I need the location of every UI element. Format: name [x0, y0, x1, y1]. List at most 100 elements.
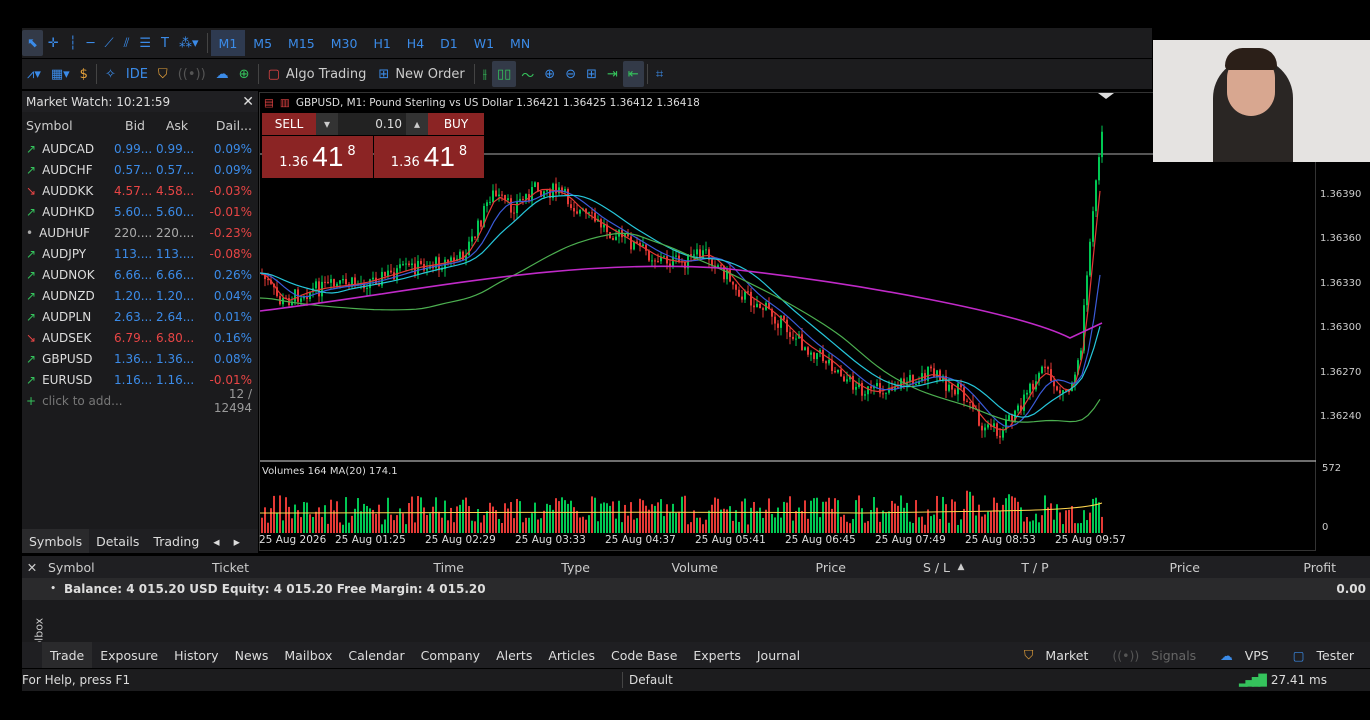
chart-shift-icon[interactable]: ⇤ — [622, 61, 644, 87]
tab-prev-icon[interactable]: ◂ — [206, 529, 226, 553]
close-icon[interactable]: ✕ — [242, 94, 254, 110]
zoom-out-icon[interactable]: ⊖ — [560, 61, 581, 87]
col-profit[interactable]: Profit — [1200, 560, 1340, 575]
chart-menu-icon[interactable]: ▤ — [264, 97, 274, 109]
dollar-icon[interactable]: $ — [75, 61, 93, 87]
tab-trade[interactable]: Trade — [42, 642, 93, 668]
tab-journal[interactable]: Journal — [749, 642, 808, 668]
buy-button[interactable]: BUY — [428, 113, 484, 135]
tile-windows-icon[interactable]: ⊞ — [581, 61, 602, 87]
volume-bar — [843, 514, 845, 533]
timeframe-h4[interactable]: H4 — [399, 30, 432, 56]
crosshair-icon[interactable]: ✛ — [43, 30, 64, 56]
market-watch-row[interactable]: ↗ AUDCAD 0.99... 0.99... 0.09% — [22, 138, 258, 159]
tab-next-icon[interactable]: ▸ — [227, 529, 247, 553]
col-price[interactable]: Price — [718, 560, 847, 575]
col-type[interactable]: Type — [464, 560, 590, 575]
tab-tester[interactable]: ▢ Tester — [1285, 642, 1370, 668]
tab-company[interactable]: Company — [413, 642, 488, 668]
chart-template-icon[interactable]: ▦▾ — [46, 61, 75, 87]
ide-button[interactable]: IDE — [121, 61, 153, 87]
col-ticket[interactable]: Ticket — [212, 560, 362, 575]
col-symbol[interactable]: Symbol — [42, 560, 212, 575]
tab-market[interactable]: ⛉ Market — [1016, 642, 1104, 668]
market-watch-row[interactable]: ↗ AUDJPY 113.... 113.... -0.08% — [22, 243, 258, 264]
tab-news[interactable]: News — [227, 642, 277, 668]
tab-alerts[interactable]: Alerts — [488, 642, 540, 668]
vps-cloud-icon[interactable]: ☁ — [211, 61, 234, 87]
screenshot-icon[interactable]: ⌗ — [651, 61, 668, 87]
market-bag-icon[interactable]: ⛉ — [153, 61, 173, 87]
tab-history[interactable]: History — [166, 642, 226, 668]
algo-trading-button[interactable]: ▢ Algo Trading — [262, 67, 373, 82]
volume-bar — [537, 519, 539, 533]
tab-signals[interactable]: ((•)) Signals — [1104, 642, 1212, 668]
col-sl[interactable]: S / L — [846, 560, 950, 575]
market-watch-row[interactable]: ↗ AUDNOK 6.66... 6.66... 0.26% — [22, 264, 258, 285]
market-watch-row[interactable]: ↗ AUDHKD 5.60... 5.60... -0.01% — [22, 201, 258, 222]
volume-bar — [978, 504, 980, 533]
lot-decrease-icon[interactable]: ▾ — [316, 113, 338, 135]
indicator-list-icon[interactable]: ⩘▾ — [22, 61, 46, 87]
trendline-icon[interactable]: ⟋ — [99, 30, 118, 56]
timeframe-d1[interactable]: D1 — [432, 30, 466, 56]
col-daily[interactable]: Dail... — [198, 118, 256, 133]
market-watch-row[interactable]: ↘ AUDDKK 4.57... 4.58... -0.03% — [22, 180, 258, 201]
timeframe-m1[interactable]: M1 — [210, 30, 246, 56]
bar-chart-icon[interactable]: ⫲ — [478, 61, 492, 87]
timeframe-m15[interactable]: M15 — [280, 30, 323, 56]
tab-code-base[interactable]: Code Base — [603, 642, 685, 668]
tab-trading[interactable]: Trading — [146, 529, 206, 553]
col-volume[interactable]: Volume — [590, 560, 719, 575]
tab-calendar[interactable]: Calendar — [340, 642, 412, 668]
col-ask[interactable]: Ask — [156, 118, 198, 133]
col-bid[interactable]: Bid — [114, 118, 156, 133]
sell-price[interactable]: 1.36 41 8 — [262, 136, 373, 178]
timeframe-h1[interactable]: H1 — [365, 30, 398, 56]
col-symbol[interactable]: Symbol — [22, 118, 114, 133]
autoscroll-icon[interactable]: ⇥ — [602, 61, 623, 87]
buy-price[interactable]: 1.36 41 8 — [374, 136, 484, 178]
zoom-in-icon[interactable]: ⊕ — [539, 61, 560, 87]
candle-body — [987, 424, 989, 428]
tab-mailbox[interactable]: Mailbox — [276, 642, 340, 668]
globe-icon[interactable]: ⊕ — [234, 61, 255, 87]
fibonacci-icon[interactable]: ☰ — [134, 30, 156, 56]
tab-exposure[interactable]: Exposure — [92, 642, 166, 668]
timeframe-mn[interactable]: MN — [502, 30, 538, 56]
tab-experts[interactable]: Experts — [685, 642, 748, 668]
vertical-line-icon[interactable]: ┆ — [64, 30, 82, 56]
col-price2[interactable]: Price — [1098, 560, 1201, 575]
col-tp[interactable]: T / P — [972, 560, 1098, 575]
sell-button[interactable]: SELL — [262, 113, 316, 135]
shapes-icon[interactable]: ⁂▾ — [174, 30, 204, 56]
add-symbol-row[interactable]: + click to add... 12 / 12494 — [22, 387, 258, 415]
market-watch-row[interactable]: • AUDHUF 220.... 220.... -0.23% — [22, 222, 258, 243]
close-icon[interactable]: ✕ — [22, 560, 42, 575]
volume-bar — [741, 501, 743, 533]
market-watch-row[interactable]: ↗ GBPUSD 1.36... 1.36... 0.08% — [22, 348, 258, 369]
timeframe-m5[interactable]: M5 — [245, 30, 280, 56]
line-chart-icon[interactable]: 〜 — [516, 61, 539, 87]
channel-icon[interactable]: ⫽ — [119, 30, 135, 56]
tab-details[interactable]: Details — [89, 529, 146, 553]
lot-increase-icon[interactable]: ▴ — [406, 113, 428, 135]
timeframe-w1[interactable]: W1 — [466, 30, 502, 56]
metaeditor-icon[interactable]: ✧ — [100, 61, 121, 87]
market-watch-row[interactable]: ↗ AUDNZD 1.20... 1.20... 0.04% — [22, 285, 258, 306]
market-watch-row[interactable]: ↘ AUDSEK 6.79... 6.80... 0.16% — [22, 327, 258, 348]
timeframe-m30[interactable]: M30 — [323, 30, 366, 56]
market-watch-row[interactable]: ↗ AUDPLN 2.63... 2.64... 0.01% — [22, 306, 258, 327]
horizontal-line-icon[interactable]: ─ — [82, 30, 100, 56]
col-time[interactable]: Time — [362, 560, 464, 575]
text-tool-icon[interactable]: T — [156, 30, 174, 56]
tab-vps[interactable]: ☁ VPS — [1212, 642, 1285, 668]
tab-symbols[interactable]: Symbols — [22, 529, 90, 553]
cursor-icon[interactable]: ⬉ — [22, 30, 43, 56]
new-order-button[interactable]: ⊞ New Order — [372, 67, 470, 82]
lot-input[interactable]: 0.10 — [338, 113, 406, 135]
market-watch-row[interactable]: ↗ AUDCHF 0.57... 0.57... 0.09% — [22, 159, 258, 180]
signals-icon[interactable]: ((•)) — [173, 61, 211, 87]
candlestick-icon[interactable]: ▯▯ — [491, 61, 517, 87]
tab-articles[interactable]: Articles — [540, 642, 603, 668]
